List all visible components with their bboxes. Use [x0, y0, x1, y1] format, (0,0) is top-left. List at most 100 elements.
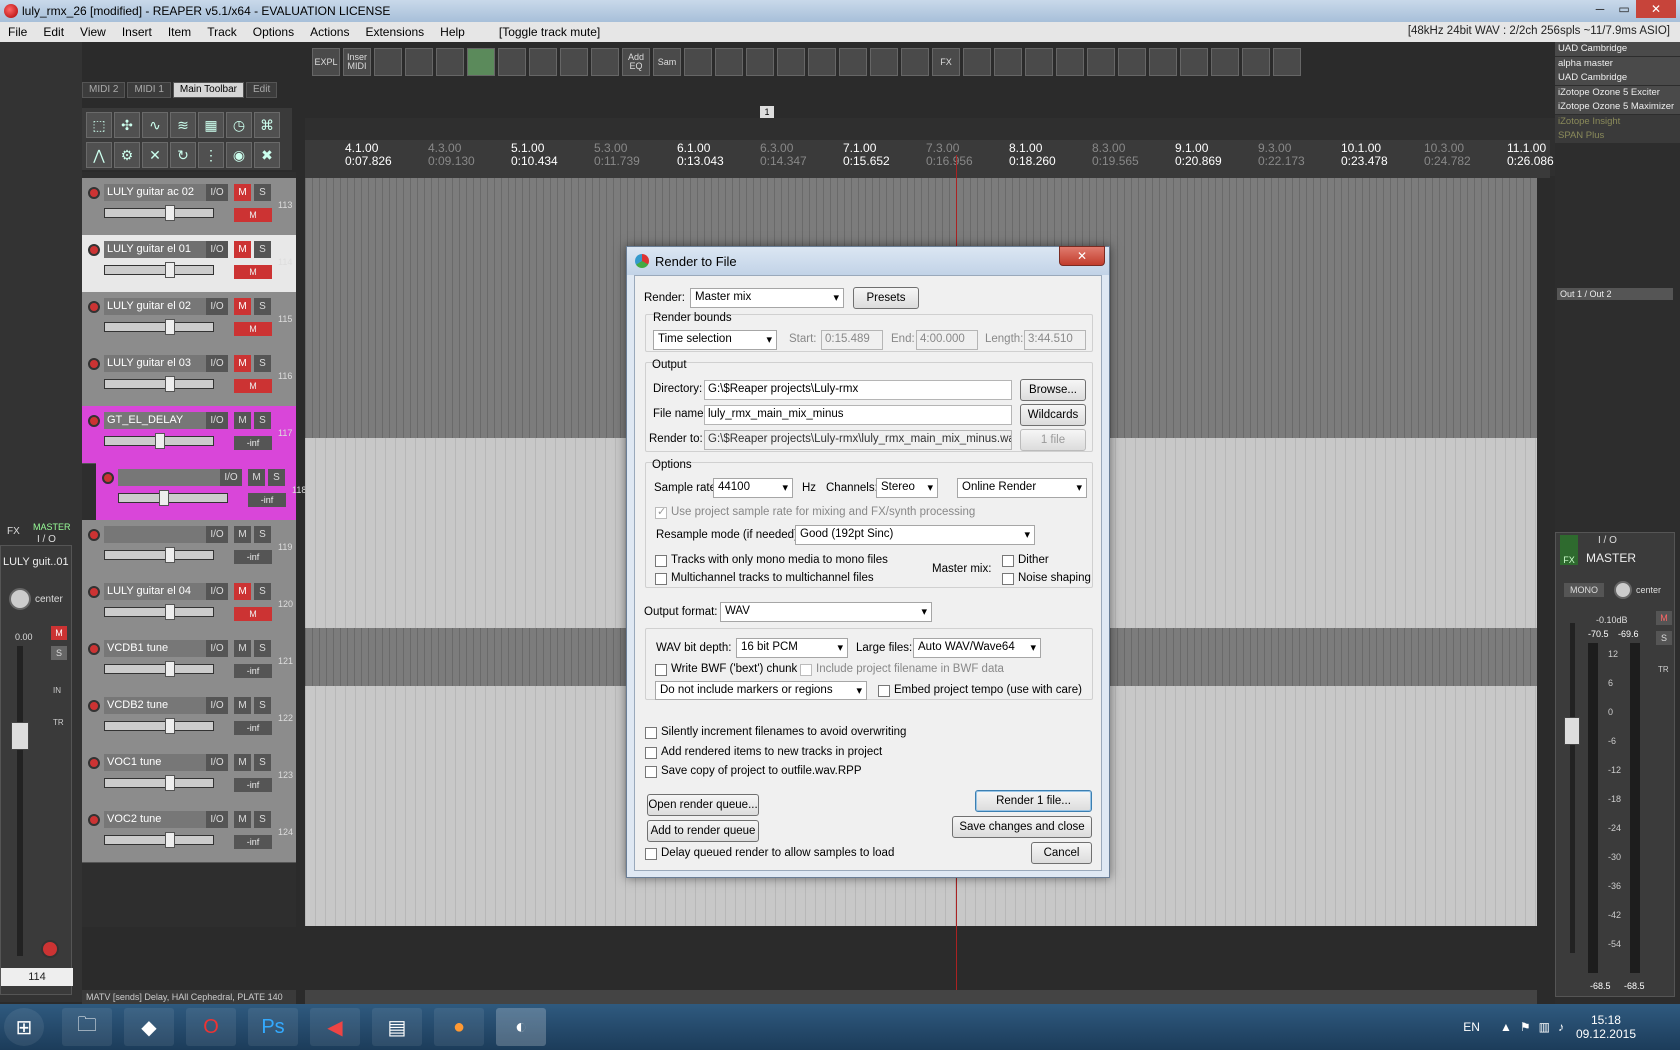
solo-button[interactable]: S [254, 298, 271, 315]
firefox-icon[interactable]: ● [434, 1008, 484, 1046]
io-label[interactable]: I / O [37, 534, 56, 545]
render-source-select[interactable]: Master mix [690, 288, 844, 308]
region-marker[interactable]: 1 [760, 106, 774, 118]
bwf-checkbox[interactable] [655, 664, 667, 676]
open-render-queue-button[interactable]: Open render queue... [647, 794, 759, 816]
master-fx-button[interactable]: FX [1560, 535, 1578, 565]
output-routing[interactable]: Out 1 / Out 2 [1557, 288, 1673, 300]
master-fader-track[interactable] [1570, 623, 1575, 953]
io-button[interactable]: I/O [206, 640, 228, 657]
track-name[interactable]: LULY guitar ac 02 [104, 184, 212, 201]
menu-item[interactable]: Extensions [357, 25, 432, 39]
opera-icon[interactable]: O [186, 1008, 236, 1046]
track-header[interactable]: VOC2 tune I/O M S -inf 124 [82, 805, 296, 863]
io-button[interactable]: I/O [206, 697, 228, 714]
solo-button[interactable]: S [254, 241, 271, 258]
add-items-checkbox[interactable] [645, 747, 657, 759]
solo-button[interactable]: S [254, 697, 271, 714]
track-header[interactable]: LULY guitar el 04 I/O M S M 120 [82, 577, 296, 635]
language-indicator[interactable]: EN [1463, 1020, 1480, 1034]
large-files-select[interactable]: Auto WAV/Wave64 [913, 638, 1041, 658]
select-tool-icon[interactable]: ⬚ [86, 112, 112, 138]
volume-fader[interactable] [104, 547, 214, 563]
mute-button[interactable]: M [234, 811, 251, 828]
io-button[interactable]: I/O [220, 469, 242, 486]
track-header[interactable]: GT_EL_DELAY I/O M S -inf 117 [82, 406, 296, 464]
io-button[interactable]: I/O [206, 526, 228, 543]
view-tool-icon[interactable]: ⌘ [254, 112, 280, 138]
toolbar-button-icon[interactable]: Inser MIDI [343, 48, 371, 76]
volume-fader[interactable] [104, 205, 214, 221]
tray-arrow-icon[interactable]: ▲ [1500, 1020, 1512, 1034]
presets-button[interactable]: Presets [853, 287, 919, 309]
io-button[interactable]: I/O [206, 583, 228, 600]
flag-icon[interactable]: ⚑ [1520, 1020, 1531, 1034]
noise-shaping-checkbox[interactable] [1002, 573, 1014, 585]
metronome-icon[interactable]: ◷ [226, 112, 252, 138]
save-and-close-button[interactable]: Save changes and close [952, 816, 1092, 838]
fader-knob[interactable] [165, 262, 175, 278]
menu-item[interactable]: View [72, 25, 114, 39]
maximize-button[interactable]: ▭ [1612, 0, 1636, 18]
solo-button[interactable]: S [254, 640, 271, 657]
toolbar-button-icon[interactable] [436, 48, 464, 76]
app-icon[interactable]: ◆ [124, 1008, 174, 1046]
volume-fader[interactable] [104, 433, 214, 449]
fader-knob[interactable] [165, 832, 175, 848]
master-io-button[interactable]: I / O [1598, 535, 1617, 546]
mute-button[interactable]: M [234, 754, 251, 771]
record-arm-icon[interactable]: ◉ [226, 142, 252, 168]
menu-item[interactable]: [Toggle track mute] [491, 25, 608, 39]
track-header[interactable]: LULY guitar ac 02 I/O M S M 113 [82, 178, 296, 236]
file-explorer-icon[interactable]: 🗀 [62, 1008, 112, 1046]
solo-button[interactable]: S [254, 526, 271, 543]
reaper-taskbar-icon[interactable]: ◐ [496, 1008, 546, 1046]
menu-item[interactable]: Track [199, 25, 245, 39]
record-arm-icon[interactable] [88, 586, 100, 598]
lock-tool-icon[interactable]: ✕ [142, 142, 168, 168]
app-icon[interactable]: ◀ [310, 1008, 360, 1046]
volume-fader[interactable] [104, 376, 214, 392]
volume-fader-track[interactable] [17, 646, 23, 956]
toolbar-button-icon[interactable] [777, 48, 805, 76]
record-arm-icon[interactable] [88, 700, 100, 712]
toolbar-button-icon[interactable] [1273, 48, 1301, 76]
fader-knob[interactable] [165, 319, 175, 335]
clock[interactable]: 15:18 09.12.2015 [1576, 1013, 1636, 1041]
delete-tool-icon[interactable]: ✖ [254, 142, 280, 168]
toolbar-button-icon[interactable] [374, 48, 402, 76]
mute-button[interactable]: M [234, 697, 251, 714]
record-arm-icon[interactable] [41, 940, 59, 958]
toolbar-button-icon[interactable]: Sam [653, 48, 681, 76]
glue-tool-icon[interactable]: ⚙ [114, 142, 140, 168]
track-name[interactable]: VCDB2 tune [104, 697, 212, 714]
mute-button[interactable]: M [248, 469, 265, 486]
track-header[interactable]: I/O M S -inf 118 [96, 463, 306, 521]
fx-item[interactable]: UAD Cambridge [1555, 42, 1680, 56]
resample-mode-select[interactable]: Good (192pt Sinc) [795, 525, 1035, 545]
record-arm-icon[interactable] [88, 358, 100, 370]
solo-button[interactable]: S [254, 355, 271, 372]
io-button[interactable]: I/O [206, 241, 228, 258]
dither-checkbox[interactable] [1002, 555, 1014, 567]
tempo-tool-icon[interactable]: ⋀ [86, 142, 112, 168]
track-header[interactable]: I/O M S -inf 119 [82, 520, 296, 578]
toolbar-button-icon[interactable] [467, 48, 495, 76]
volume-fader[interactable] [104, 262, 214, 278]
toolbar-button-icon[interactable] [839, 48, 867, 76]
grid-tool-icon[interactable]: ✣ [114, 112, 140, 138]
toolbar-button-icon[interactable] [684, 48, 712, 76]
fx-item[interactable]: iZotope Ozone 5 Exciter [1555, 85, 1680, 100]
toolbar-tab[interactable]: Edit [245, 82, 278, 98]
fx-item[interactable]: UAD Cambridge [1555, 71, 1680, 85]
volume-fader[interactable] [104, 718, 214, 734]
toolbar-button-icon[interactable] [963, 48, 991, 76]
mono-button[interactable]: MONO [1564, 583, 1604, 597]
end-field[interactable]: 4:00.000 [916, 330, 978, 350]
toolbar-button-icon[interactable] [1025, 48, 1053, 76]
mute-button[interactable]: M [234, 526, 251, 543]
track-header[interactable]: VCDB1 tune I/O M S -inf 121 [82, 634, 296, 692]
record-arm-icon[interactable] [102, 472, 114, 484]
track-header[interactable]: LULY guitar el 03 I/O M S M 116 [82, 349, 296, 407]
mute-button[interactable]: M [51, 626, 67, 640]
